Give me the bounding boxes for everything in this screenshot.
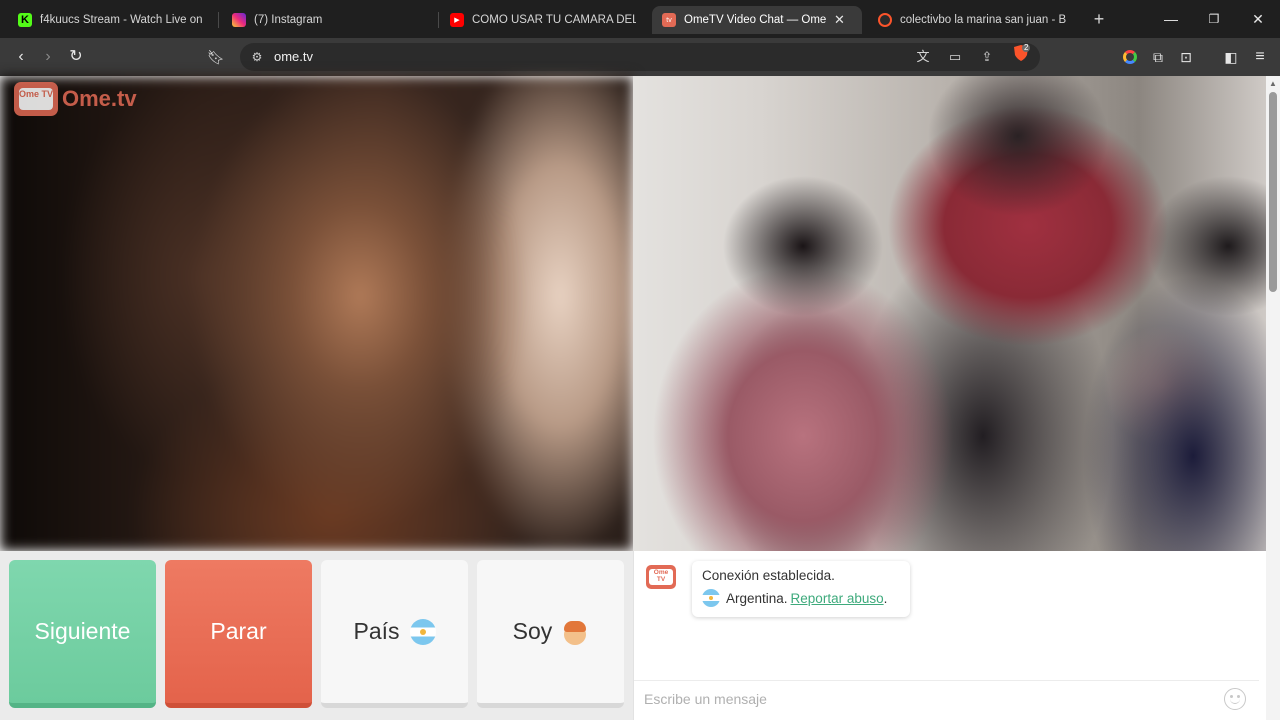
youtube-icon: ▶ bbox=[450, 13, 464, 27]
message-input-area bbox=[634, 680, 1259, 716]
emoji-icon[interactable] bbox=[1224, 688, 1246, 710]
system-message: Conexión establecida. Argentina. Reporta… bbox=[692, 561, 910, 617]
bookmark-icon[interactable]: 🔖︎ bbox=[204, 45, 228, 69]
shield-count-badge: 2 bbox=[1024, 43, 1029, 52]
kick-icon: K bbox=[18, 13, 32, 27]
sidebar-toggle-icon[interactable]: ◧ bbox=[1219, 45, 1243, 69]
browser-tabstrip: K f4kuucs Stream - Watch Live on Ki (7) … bbox=[0, 0, 1280, 38]
tab-ometv[interactable]: tv OmeTV Video Chat — Ome ✕ bbox=[652, 6, 862, 34]
reload-icon[interactable]: ↻ bbox=[64, 45, 88, 69]
tab-separator bbox=[438, 12, 439, 28]
scroll-up-icon[interactable]: ▲ bbox=[1269, 80, 1277, 88]
brave-search-icon bbox=[878, 13, 892, 27]
connection-status-text: Conexión establecida. bbox=[702, 568, 835, 583]
argentina-flag-icon bbox=[702, 589, 720, 607]
message-input[interactable] bbox=[644, 689, 1204, 709]
forward-icon[interactable]: › bbox=[36, 45, 60, 69]
chat-controls: Siguiente Parar País Soy bbox=[0, 551, 633, 720]
remote-camera-video bbox=[633, 76, 1266, 551]
argentina-flag-icon bbox=[409, 618, 436, 645]
translate-icon[interactable]: 文 bbox=[914, 48, 932, 66]
boy-icon bbox=[562, 619, 588, 645]
ometv-logo[interactable]: Ome TV Ome.tv bbox=[14, 82, 137, 116]
partner-country-text: Argentina. bbox=[726, 590, 788, 606]
stop-button[interactable]: Parar bbox=[165, 560, 312, 708]
address-text[interactable]: ome.tv bbox=[274, 49, 313, 64]
country-button[interactable]: País bbox=[321, 560, 468, 708]
chat-panel: Ome TV Conexión establecida. Argentina. … bbox=[633, 551, 1266, 720]
scrollbar-thumb[interactable] bbox=[1269, 92, 1277, 292]
page-scrollbar[interactable]: ▲ bbox=[1266, 76, 1280, 720]
back-icon[interactable]: ‹ bbox=[9, 45, 33, 69]
tab-brave-search[interactable]: colectivbo la marina san juan - Bra bbox=[868, 6, 1076, 34]
next-button[interactable]: Siguiente bbox=[9, 560, 156, 708]
menu-icon[interactable]: ≡ bbox=[1248, 45, 1272, 69]
new-tab-button[interactable]: + bbox=[1088, 8, 1110, 30]
tab-instagram[interactable]: (7) Instagram bbox=[222, 6, 432, 34]
address-bar[interactable]: ⚙ ome.tv 文 ▭ ⇪ bbox=[240, 43, 1040, 71]
tab-kick[interactable]: K f4kuucs Stream - Watch Live on Ki bbox=[8, 6, 216, 34]
reader-mode-icon[interactable]: ⊡ bbox=[1174, 45, 1198, 69]
ometv-icon: tv bbox=[662, 13, 676, 27]
close-window-icon[interactable]: ✕ bbox=[1247, 8, 1269, 30]
wallet-icon[interactable] bbox=[1118, 45, 1142, 69]
ometv-tv-icon: Ome TV bbox=[14, 82, 58, 116]
ometv-page: Ome TV Ome.tv ▲ Siguiente Parar País Soy… bbox=[0, 76, 1280, 720]
local-camera-video bbox=[0, 76, 633, 551]
extensions-icon[interactable]: ⧉ bbox=[1146, 45, 1170, 69]
gender-button[interactable]: Soy bbox=[477, 560, 624, 708]
restore-icon[interactable]: ❐ bbox=[1203, 8, 1225, 30]
report-abuse-link[interactable]: Reportar abuso bbox=[791, 591, 884, 606]
minimize-icon[interactable]: — bbox=[1160, 8, 1182, 30]
ometv-chat-avatar-icon: Ome TV bbox=[646, 565, 676, 589]
cast-icon[interactable]: ▭ bbox=[946, 48, 964, 66]
instagram-icon bbox=[232, 13, 246, 27]
browser-toolbar: ‹ › ↻ 🔖︎ ⚙ ome.tv 文 ▭ ⇪ 2 ⧉ ⊡ ◧ ≡ bbox=[0, 38, 1280, 76]
share-icon[interactable]: ⇪ bbox=[978, 48, 996, 66]
tab-youtube[interactable]: ▶ COMO USAR TU CAMARA DEL CEL bbox=[440, 6, 646, 34]
site-settings-icon[interactable]: ⚙ bbox=[248, 48, 266, 66]
tab-separator bbox=[218, 12, 219, 28]
close-tab-icon[interactable]: ✕ bbox=[834, 12, 845, 28]
